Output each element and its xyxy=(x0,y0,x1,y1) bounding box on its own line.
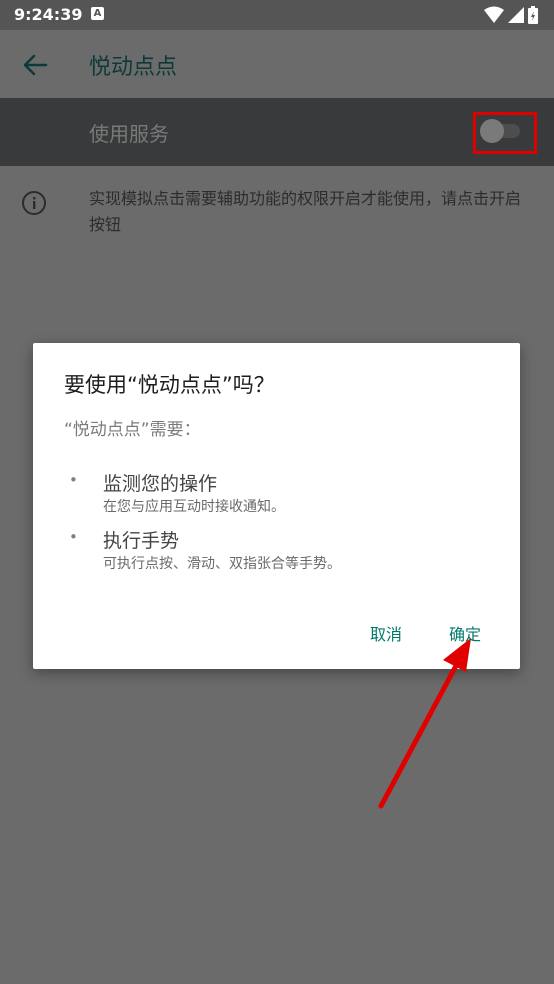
red-arrow-annotation xyxy=(378,638,471,809)
